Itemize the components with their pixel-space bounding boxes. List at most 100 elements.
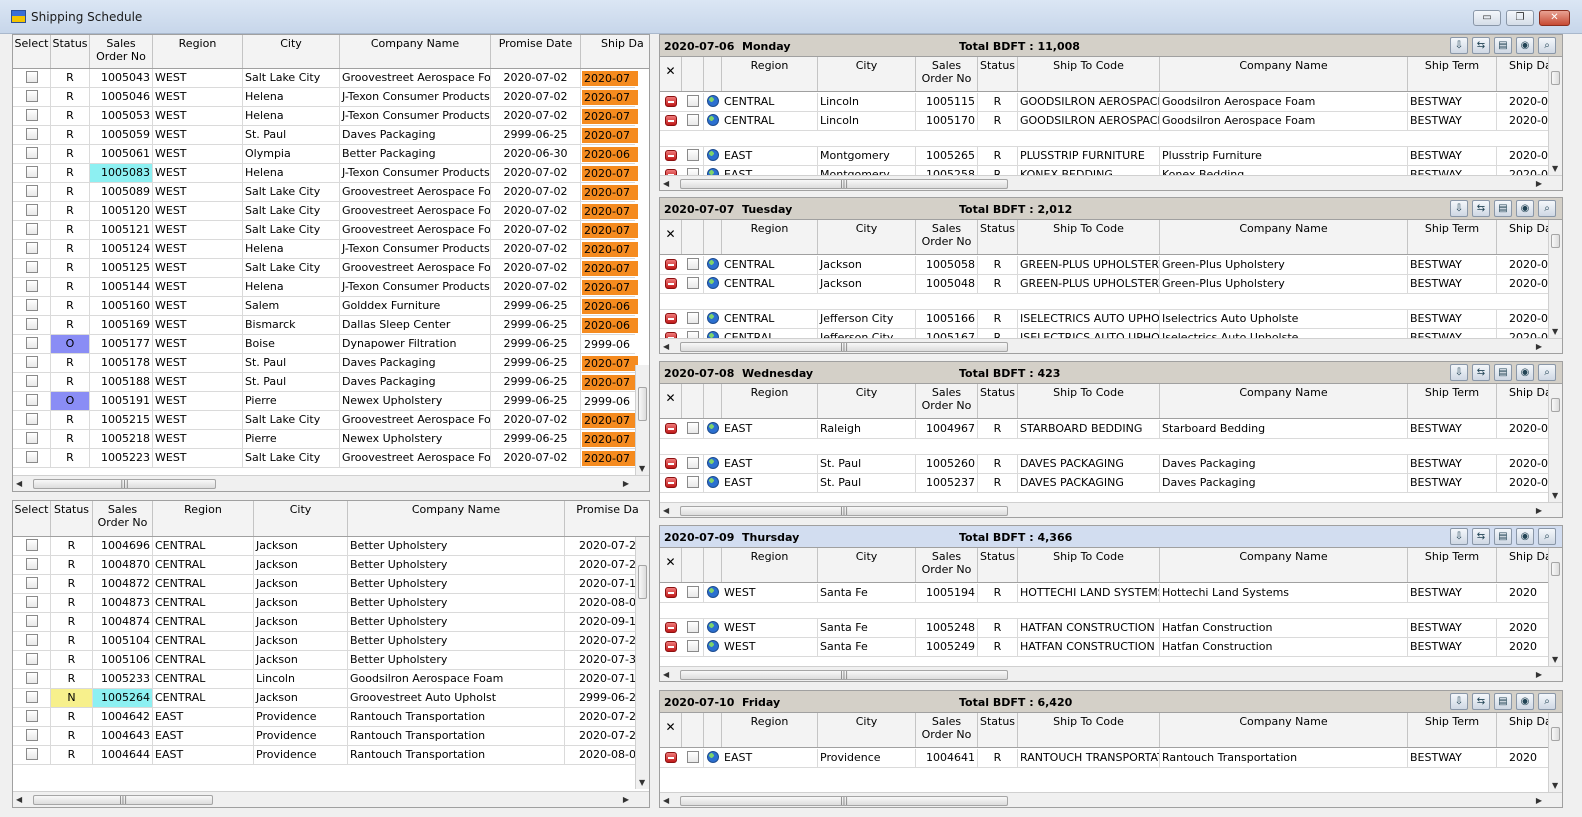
- scroll-right-icon[interactable]: ▶: [623, 479, 629, 488]
- export-icon[interactable]: ⇩: [1450, 364, 1468, 381]
- select-checkbox[interactable]: [686, 312, 699, 324]
- swap-icon[interactable]: ⇆: [1472, 364, 1490, 381]
- table-row[interactable]: N 1005264 CENTRAL Jackson Groovestreet Auto …: [13, 689, 636, 708]
- column-header[interactable]: City: [818, 548, 916, 582]
- select-checkbox[interactable]: [25, 128, 38, 140]
- scroll-left-icon[interactable]: ◀: [663, 342, 669, 351]
- table-row[interactable]: R 1005061 WEST Olympia Better Packaging 2020-…: [13, 145, 638, 164]
- select-checkbox[interactable]: [25, 748, 38, 760]
- column-header[interactable]: Ship To Code: [1018, 384, 1160, 418]
- select-checkbox[interactable]: [25, 109, 38, 121]
- globe-icon[interactable]: [707, 95, 719, 107]
- column-header[interactable]: Company Name: [1160, 713, 1408, 747]
- column-header[interactable]: Ship Da: [581, 35, 649, 68]
- scroll-thumb[interactable]: [1551, 562, 1560, 576]
- scroll-right-icon[interactable]: ▶: [1536, 179, 1542, 188]
- column-header[interactable]: Status: [978, 384, 1018, 418]
- export-icon[interactable]: ⇩: [1450, 693, 1468, 710]
- horizontal-scrollbar[interactable]: ◀ ||| ▶: [13, 475, 649, 491]
- select-checkbox[interactable]: [686, 258, 699, 270]
- select-checkbox[interactable]: [25, 299, 38, 311]
- select-checkbox[interactable]: [25, 337, 38, 349]
- remove-icon[interactable]: [665, 476, 677, 488]
- table-row[interactable]: R 1005043 WEST Salt Lake City Groovestreet A…: [13, 69, 638, 88]
- column-header[interactable]: Company Name: [1160, 220, 1408, 254]
- minimize-button[interactable]: ▭: [1473, 10, 1501, 26]
- vertical-scrollbar[interactable]: ▼: [635, 365, 649, 475]
- globe-icon[interactable]: [707, 114, 719, 126]
- globe-icon[interactable]: ◉: [1516, 693, 1534, 710]
- swap-icon[interactable]: ⇆: [1472, 693, 1490, 710]
- column-header[interactable]: Ship Term: [1408, 57, 1497, 91]
- scroll-right-icon[interactable]: ▶: [623, 795, 629, 804]
- select-checkbox[interactable]: [686, 640, 699, 652]
- column-header[interactable]: Ship Term: [1408, 548, 1497, 582]
- table-row[interactable]: R 1005169 WEST Bismarck Dallas Sleep Center 2…: [13, 316, 638, 335]
- export-icon[interactable]: ⇩: [1450, 528, 1468, 545]
- column-header[interactable]: Ship Term: [1408, 713, 1497, 747]
- table-row[interactable]: CENTRAL Lincoln 1005115 R GOODSILRON AEROSPA…: [660, 93, 1555, 112]
- table-row[interactable]: EAST St. Paul 1005260 R DAVES PACKAGING Daves…: [660, 455, 1548, 474]
- table-row[interactable]: R 1004874 CENTRAL Jackson Better Upholstery 2…: [13, 613, 636, 632]
- column-header[interactable]: Sales Order No: [916, 384, 978, 418]
- globe-icon[interactable]: [707, 149, 719, 161]
- close-icon[interactable]: ✕: [660, 548, 682, 582]
- scroll-down-icon[interactable]: ▼: [639, 464, 645, 473]
- scroll-down-icon[interactable]: ▼: [1552, 655, 1558, 664]
- export-icon[interactable]: ⇩: [1450, 200, 1468, 217]
- remove-icon[interactable]: [665, 751, 677, 763]
- select-checkbox[interactable]: [25, 242, 38, 254]
- scroll-thumb[interactable]: |||: [680, 506, 1008, 516]
- remove-icon[interactable]: [665, 621, 677, 633]
- scroll-thumb[interactable]: |||: [680, 670, 1008, 680]
- table-row[interactable]: R 1005218 WEST Pierre Newex Upholstery 2999-0…: [13, 430, 638, 449]
- column-header[interactable]: Sales Order No: [916, 220, 978, 254]
- column-header[interactable]: Ship To Code: [1018, 220, 1160, 254]
- table-row[interactable]: R 1005059 WEST St. Paul Daves Packaging 2999-…: [13, 126, 638, 145]
- column-header[interactable]: Ship To Code: [1018, 713, 1160, 747]
- column-header[interactable]: Sales Order No: [93, 501, 153, 536]
- column-header[interactable]: Region: [722, 57, 818, 91]
- table-row[interactable]: R 1004873 CENTRAL Jackson Better Upholstery 2…: [13, 594, 636, 613]
- zoom-icon[interactable]: ⌕: [1538, 364, 1556, 381]
- scroll-left-icon[interactable]: ◀: [663, 796, 669, 805]
- select-checkbox[interactable]: [25, 318, 38, 330]
- scroll-thumb[interactable]: |||: [33, 795, 213, 805]
- table-row[interactable]: R 1004870 CENTRAL Jackson Better Upholstery 2…: [13, 556, 636, 575]
- select-checkbox[interactable]: [686, 277, 699, 289]
- scroll-thumb[interactable]: |||: [680, 342, 1008, 352]
- globe-icon[interactable]: [707, 640, 719, 652]
- column-header[interactable]: Sales Order No: [916, 57, 978, 91]
- globe-icon[interactable]: [707, 621, 719, 633]
- column-header[interactable]: Promise Date: [491, 35, 581, 68]
- print-icon[interactable]: ▤: [1494, 364, 1512, 381]
- select-checkbox[interactable]: [25, 432, 38, 444]
- globe-icon[interactable]: ◉: [1516, 528, 1534, 545]
- table-row[interactable]: EAST Montgomery 1005265 R PLUSSTRIP FURNITUR…: [660, 147, 1555, 166]
- select-checkbox[interactable]: [686, 114, 699, 126]
- table-row[interactable]: R 1005089 WEST Salt Lake City Groovestreet A…: [13, 183, 638, 202]
- table-row[interactable]: R 1005121 WEST Salt Lake City Groovestreet A…: [13, 221, 638, 240]
- remove-icon[interactable]: [665, 457, 677, 469]
- day-panel-header[interactable]: 2020-07-07 Tuesday Total BDFT : 2,012 ⇩ ⇆ ▤ ◉…: [660, 198, 1562, 220]
- scroll-thumb[interactable]: |||: [680, 796, 1008, 806]
- column-header[interactable]: City: [818, 220, 916, 254]
- scroll-thumb[interactable]: [1551, 71, 1560, 85]
- table-row[interactable]: R 1005188 WEST St. Paul Daves Packaging 2999-…: [13, 373, 638, 392]
- table-row[interactable]: R 1005083 WEST Helena J-Texon Consumer Produ…: [13, 164, 638, 183]
- select-checkbox[interactable]: [25, 147, 38, 159]
- swap-icon[interactable]: ⇆: [1472, 528, 1490, 545]
- vertical-scrollbar[interactable]: ▼: [1548, 57, 1562, 175]
- select-checkbox[interactable]: [686, 457, 699, 469]
- day-panel-header[interactable]: 2020-07-10 Friday Total BDFT : 6,420 ⇩ ⇆ ▤ ◉ ⌕: [660, 691, 1562, 713]
- select-checkbox[interactable]: [686, 422, 699, 434]
- table-row[interactable]: R 1005104 CENTRAL Jackson Better Upholstery 2…: [13, 632, 636, 651]
- globe-icon[interactable]: [707, 277, 719, 289]
- column-header[interactable]: City: [818, 57, 916, 91]
- scroll-thumb[interactable]: [1551, 234, 1560, 248]
- table-row[interactable]: CENTRAL Lincoln 1005170 R GOODSILRON AEROSPA…: [660, 112, 1555, 131]
- day-panel-header[interactable]: 2020-07-06 Monday Total BDFT : 11,008 ⇩ ⇆ ▤ ◉…: [660, 35, 1562, 57]
- column-header[interactable]: Promise Da: [565, 501, 649, 536]
- table-row[interactable]: CENTRAL Jefferson City 1005166 R ISELECTRICS…: [660, 310, 1548, 329]
- column-header[interactable]: Status: [978, 57, 1018, 91]
